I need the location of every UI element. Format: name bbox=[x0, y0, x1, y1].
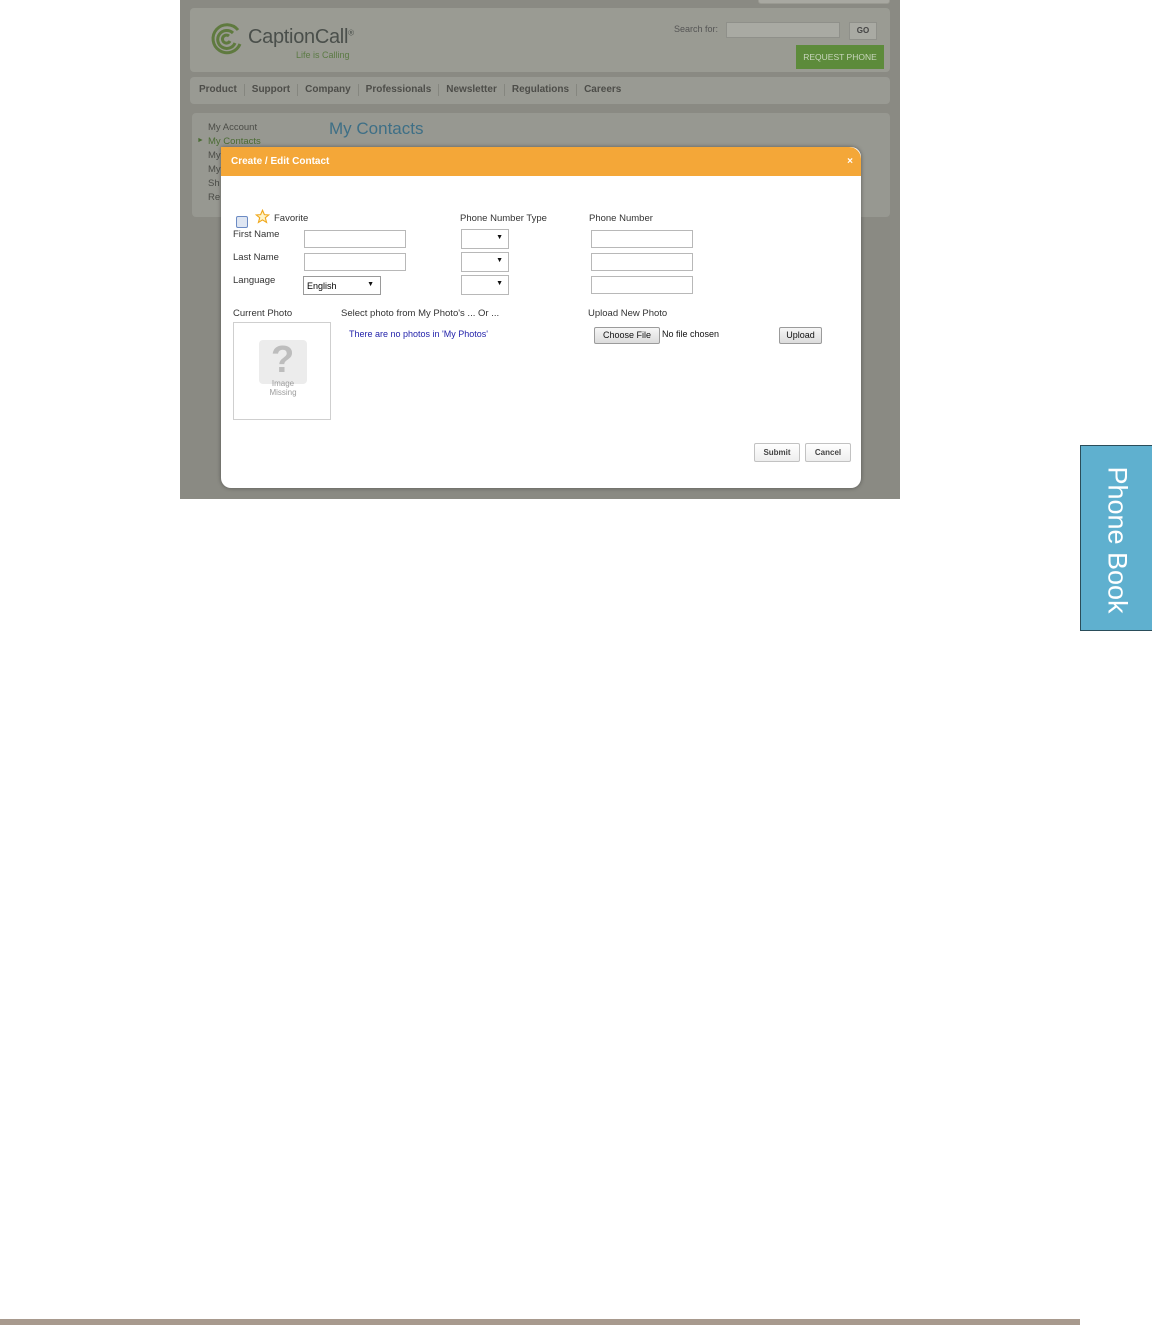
search-label: Search for: bbox=[674, 24, 719, 34]
select-photo-label: Select photo from My Photo's ... Or ... bbox=[341, 308, 500, 319]
choose-file-button[interactable]: Choose File bbox=[594, 327, 660, 344]
phone-type-select-3[interactable]: ▼ bbox=[461, 275, 509, 295]
section-tab-label: Phone Book bbox=[1102, 466, 1133, 614]
captioncall-logo-icon bbox=[211, 23, 242, 55]
phone-number-field-3[interactable] bbox=[591, 276, 693, 294]
current-photo: ? Image Missing bbox=[233, 322, 331, 420]
first-name-label: First Name bbox=[233, 229, 280, 240]
dropdown-arrow-icon: ▼ bbox=[496, 257, 503, 264]
nav-item-regulations[interactable]: Regulations bbox=[503, 84, 576, 96]
phone-number-field-2[interactable] bbox=[591, 253, 693, 271]
nav-item-newsletter[interactable]: Newsletter bbox=[438, 84, 504, 96]
page-title: My Contacts bbox=[329, 119, 424, 138]
site-header: CaptionCall® Life is Calling Search for:… bbox=[190, 8, 890, 72]
language-select[interactable]: English ▼ bbox=[303, 276, 381, 295]
cancel-button[interactable]: Cancel bbox=[805, 443, 851, 462]
last-name-label: Last Name bbox=[233, 252, 279, 263]
request-phone-button[interactable]: REQUEST PHONE bbox=[796, 45, 884, 69]
dialog-title: Create / Edit Contact bbox=[231, 156, 330, 167]
upload-new-photo-label: Upload New Photo bbox=[588, 308, 668, 319]
footer-rule bbox=[0, 1319, 1080, 1325]
dropdown-arrow-icon: ▼ bbox=[496, 234, 503, 241]
captioncall-logo[interactable]: CaptionCall® Life is Calling bbox=[210, 20, 370, 64]
sidebar-item-my-account[interactable]: My Account bbox=[196, 121, 261, 135]
submit-button[interactable]: Submit bbox=[754, 443, 800, 462]
upload-button[interactable]: Upload bbox=[779, 327, 822, 344]
dropdown-arrow-icon: ▼ bbox=[496, 280, 503, 287]
close-icon[interactable]: × bbox=[847, 156, 853, 167]
nav-item-product[interactable]: Product bbox=[199, 84, 244, 96]
phone-type-select-2[interactable]: ▼ bbox=[461, 252, 509, 272]
phone-number-field-1[interactable] bbox=[591, 230, 693, 248]
favorite-checkbox[interactable] bbox=[236, 216, 248, 228]
favorite-label: Favorite bbox=[274, 213, 309, 224]
phone-number-label: Phone Number bbox=[589, 213, 653, 224]
last-name-field[interactable] bbox=[304, 253, 406, 271]
phone-book-section-tab: Phone Book bbox=[1080, 445, 1152, 631]
first-name-field[interactable] bbox=[304, 230, 406, 248]
language-value: English bbox=[307, 281, 337, 291]
dialog-header: Create / Edit Contact × bbox=[221, 147, 861, 176]
logo-wordmark: CaptionCall® bbox=[248, 26, 354, 48]
nav-item-support[interactable]: Support bbox=[243, 84, 297, 96]
image-missing-text: Image Missing bbox=[269, 379, 297, 397]
language-label: Language bbox=[233, 275, 276, 286]
main-nav: Product Support Company Professionals Ne… bbox=[190, 77, 890, 104]
logo-tagline: Life is Calling bbox=[296, 50, 350, 60]
nav-item-professionals[interactable]: Professionals bbox=[357, 84, 439, 96]
phone-number-type-label: Phone Number Type bbox=[460, 213, 547, 224]
search-input[interactable] bbox=[726, 22, 840, 38]
nav-item-careers[interactable]: Careers bbox=[576, 84, 628, 96]
no-file-chosen-text: No file chosen bbox=[662, 329, 720, 339]
no-photos-message: There are no photos in 'My Photos' bbox=[349, 329, 489, 339]
current-photo-label: Current Photo bbox=[233, 308, 293, 319]
top-bar-edge bbox=[758, 0, 890, 4]
create-edit-contact-dialog: Create / Edit Contact × Favorite Phone N… bbox=[221, 147, 861, 488]
question-mark-icon: ? bbox=[271, 339, 295, 381]
star-icon bbox=[255, 209, 270, 224]
nav-item-company[interactable]: Company bbox=[297, 84, 358, 96]
dropdown-arrow-icon: ▼ bbox=[367, 281, 374, 288]
go-button[interactable]: GO bbox=[849, 22, 877, 40]
phone-type-select-1[interactable]: ▼ bbox=[461, 229, 509, 249]
